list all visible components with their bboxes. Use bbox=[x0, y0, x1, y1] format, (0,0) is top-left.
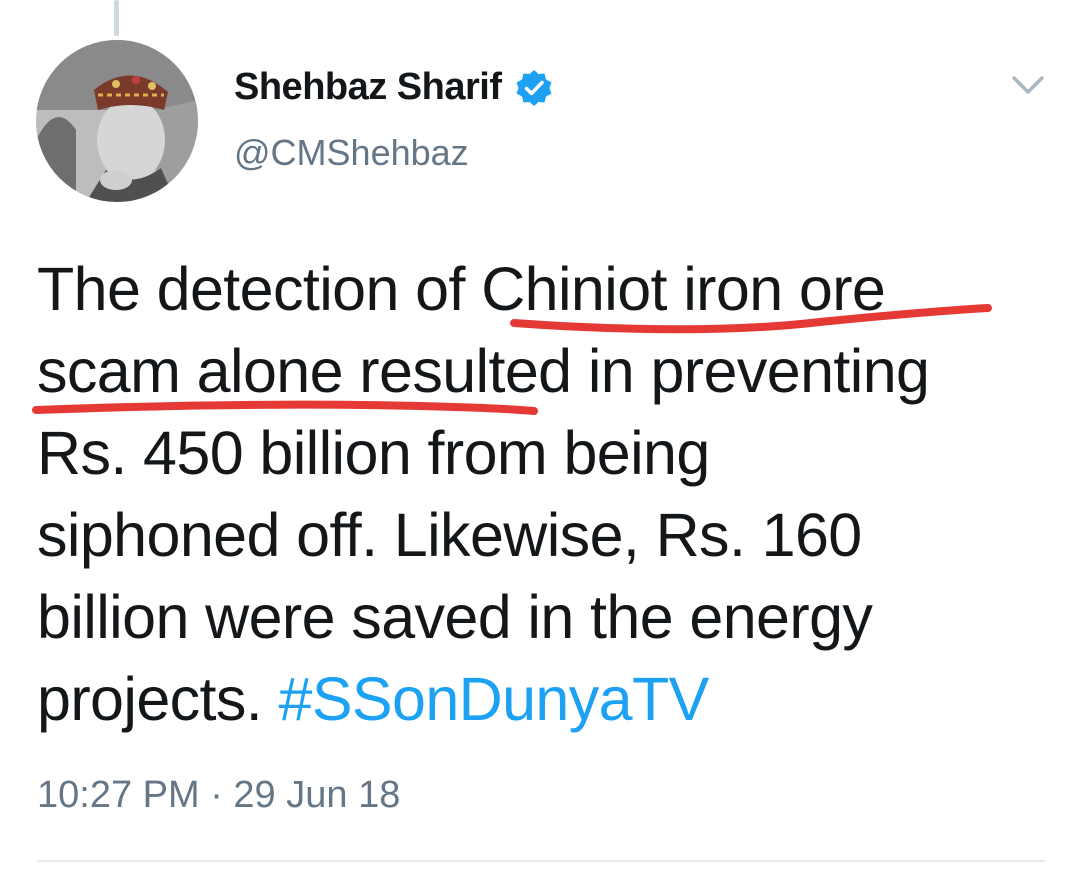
tweet-text-last-words: projects. bbox=[37, 665, 279, 733]
divider bbox=[37, 860, 1045, 862]
tweet-text-line: The detection of Chiniot iron ore bbox=[37, 255, 886, 323]
thread-connector-line bbox=[114, 0, 119, 36]
tweet-text-line: scam alone resulted in preventing bbox=[37, 337, 930, 405]
author-display-name[interactable]: Shehbaz Sharif bbox=[234, 66, 502, 109]
avatar-photo-image bbox=[36, 40, 198, 202]
verified-badge-icon bbox=[516, 69, 551, 106]
tweet-timestamp[interactable]: 10:27 PM · 29 Jun 18 bbox=[37, 774, 400, 817]
hashtag-link[interactable]: #SSonDunyaTV bbox=[279, 665, 710, 733]
chevron-down-icon[interactable] bbox=[1008, 70, 1048, 100]
tweet-text-line: siphoned off. Likewise, Rs. 160 bbox=[37, 501, 862, 569]
author-name-row: Shehbaz Sharif bbox=[234, 66, 554, 109]
avatar[interactable] bbox=[36, 40, 198, 202]
tweet-text-last-line: projects. #SSonDunyaTV bbox=[37, 658, 1037, 740]
tweet-text: The detection of Chiniot iron ore scam a… bbox=[37, 248, 1037, 740]
author-handle[interactable]: @CMShehbaz bbox=[234, 132, 469, 174]
tweet-text-line: Rs. 450 billion from being bbox=[37, 419, 710, 487]
tweet-text-line: billion were saved in the energy bbox=[37, 583, 873, 651]
